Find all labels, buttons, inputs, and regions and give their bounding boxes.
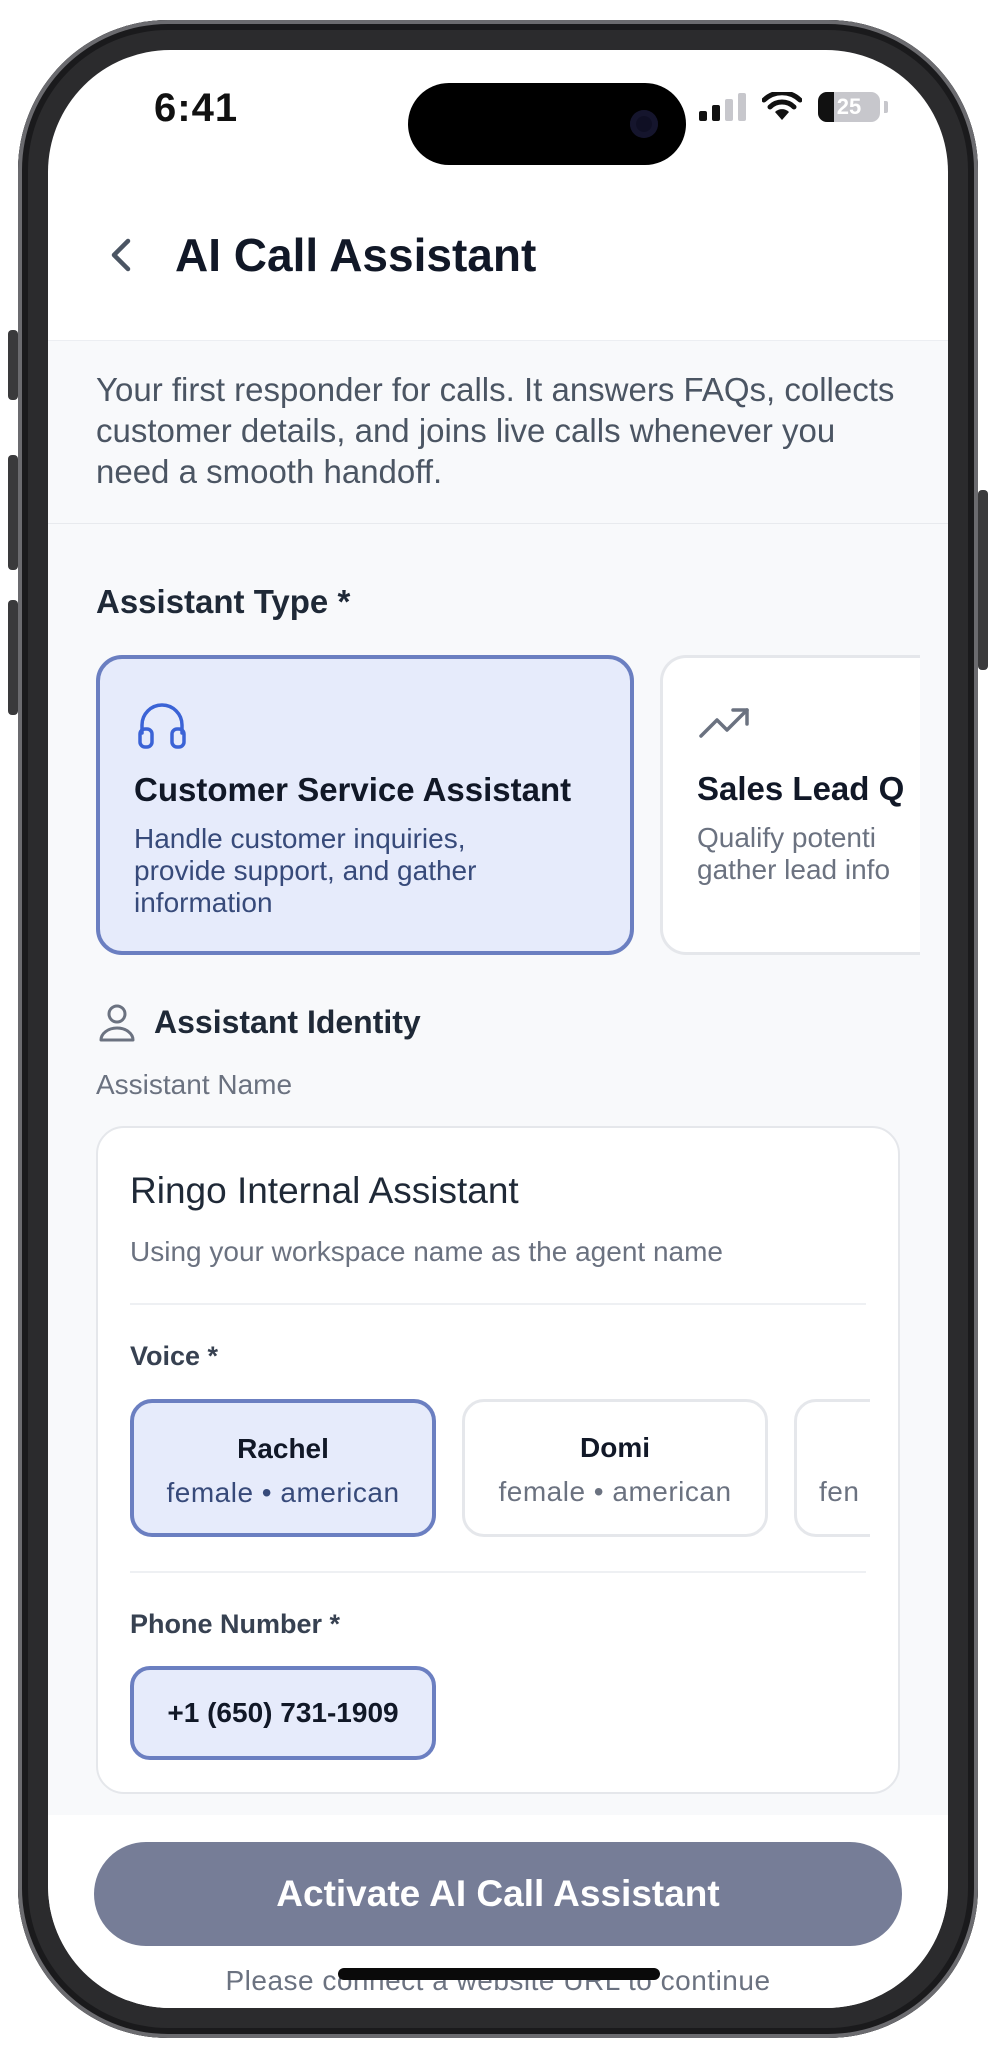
voice-name: Domi bbox=[580, 1432, 650, 1463]
identity-section-header: Assistant Identity bbox=[96, 1001, 421, 1043]
description-line: gather lead info bbox=[697, 854, 891, 885]
voice-detail: female • american bbox=[166, 1477, 400, 1508]
volume-down-button bbox=[8, 600, 18, 715]
voice-options[interactable]: Rachel female • american Domi female • a… bbox=[130, 1399, 870, 1539]
power-button bbox=[978, 490, 988, 670]
assistant-name-label: Assistant Name bbox=[96, 1069, 293, 1100]
voice-option-partial[interactable]: fen bbox=[794, 1399, 870, 1537]
voice-option-domi[interactable]: Domi female • american bbox=[462, 1399, 768, 1537]
wifi-icon bbox=[762, 92, 802, 120]
identity-panel: Ringo Internal Assistant Using your work… bbox=[96, 1126, 900, 1794]
assistant-name-hint: Using your workspace name as the agent n… bbox=[130, 1236, 723, 1267]
voice-label: Voice * bbox=[130, 1341, 219, 1371]
phone-number-label: Phone Number * bbox=[130, 1609, 341, 1639]
voice-detail: fen bbox=[819, 1476, 860, 1507]
assistant-type-title: Customer Service Assistant bbox=[134, 771, 572, 808]
voice-name: Rachel bbox=[237, 1433, 329, 1464]
divider bbox=[130, 1571, 866, 1573]
camera-icon bbox=[630, 110, 658, 138]
page-title: AI Call Assistant bbox=[175, 229, 537, 281]
status-time: 6:41 bbox=[154, 86, 239, 130]
assistant-name-value[interactable]: Ringo Internal Assistant bbox=[130, 1170, 519, 1212]
description-text: Your first responder for calls. It answe… bbox=[96, 371, 895, 490]
battery-cap bbox=[884, 101, 888, 113]
back-arrow-icon[interactable] bbox=[100, 233, 144, 277]
voice-detail: female • american bbox=[498, 1476, 732, 1507]
cellular-signal-icon bbox=[699, 93, 746, 121]
voice-option-rachel[interactable]: Rachel female • american bbox=[130, 1399, 436, 1537]
assistant-type-sales-lead[interactable]: Sales Lead Q Qualify potenti gather lead… bbox=[660, 655, 920, 955]
user-icon bbox=[99, 1004, 135, 1042]
trending-up-icon bbox=[699, 708, 749, 738]
header: AI Call Assistant bbox=[48, 170, 948, 340]
divider bbox=[48, 523, 948, 524]
assistant-type-description: Qualify potenti gather lead info bbox=[697, 822, 920, 886]
assistant-type-title: Sales Lead Q bbox=[697, 770, 905, 807]
battery-icon: 25 bbox=[818, 92, 880, 122]
headphones-icon bbox=[138, 703, 186, 749]
identity-title: Assistant Identity bbox=[154, 1003, 421, 1040]
content-area[interactable]: Your first responder for calls. It answe… bbox=[48, 340, 948, 1815]
divider bbox=[130, 1303, 866, 1305]
assistant-type-label: Assistant Type * bbox=[96, 583, 351, 620]
silent-switch bbox=[8, 330, 18, 400]
home-indicator[interactable] bbox=[338, 1968, 660, 1980]
activate-button[interactable]: Activate AI Call Assistant bbox=[94, 1842, 902, 1946]
dynamic-island bbox=[408, 83, 686, 165]
assistant-type-customer-service[interactable]: Customer Service Assistant Handle custom… bbox=[96, 655, 634, 955]
screen: 6:41 25 AI Call Assistant Your first res… bbox=[48, 50, 948, 2008]
assistant-type-description: Handle customer inquiries, provide suppo… bbox=[134, 823, 477, 918]
battery-level: 25 bbox=[836, 94, 862, 119]
voice-name bbox=[819, 1432, 870, 1464]
status-indicators: 25 bbox=[699, 92, 888, 122]
volume-up-button bbox=[8, 455, 18, 570]
phone-number-option[interactable]: +1 (650) 731-1909 bbox=[130, 1666, 436, 1760]
description-line: Qualify potenti bbox=[697, 822, 876, 853]
